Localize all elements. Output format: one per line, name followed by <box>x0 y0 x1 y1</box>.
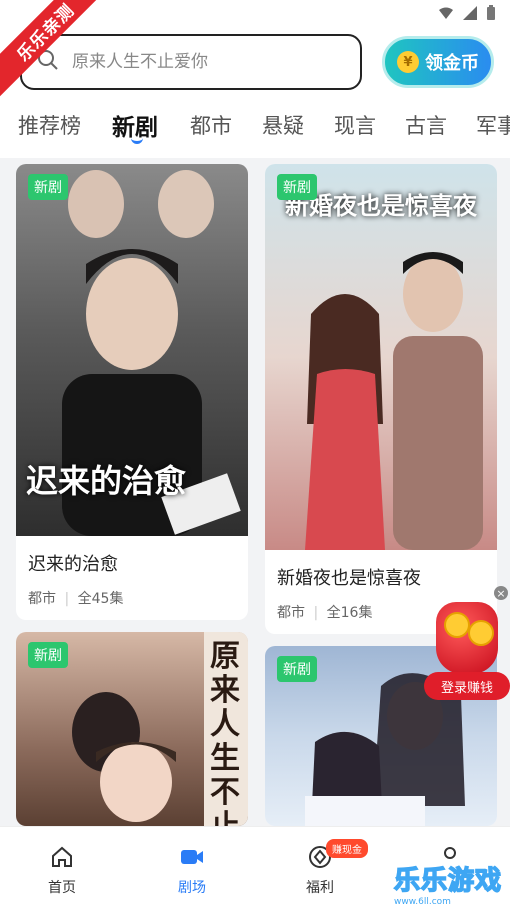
video-icon <box>179 845 205 873</box>
tab-ancient-romance[interactable]: 古言 <box>405 110 447 140</box>
drama-card[interactable]: 原来人生不止爱 新剧 <box>16 632 248 826</box>
nav-label: 福利 <box>306 880 334 896</box>
card-title: 迟来的治愈 <box>28 554 118 575</box>
poster-title: 原来人生不止爱 <box>210 639 240 827</box>
coin-icon <box>468 620 494 646</box>
claim-coins-button[interactable]: ¥ 领金币 <box>382 36 494 88</box>
tab-military[interactable]: 军事 <box>476 110 510 140</box>
search-box[interactable] <box>20 34 362 90</box>
poster-image: 新婚夜也是惊喜夜 <box>265 164 497 550</box>
new-badge: 新剧 <box>28 174 68 200</box>
new-badge: 新剧 <box>277 174 317 200</box>
claim-coins-label: 领金币 <box>425 53 479 74</box>
search-row: ¥ 领金币 <box>0 30 510 94</box>
login-earn-button[interactable]: 登录赚钱 <box>424 672 510 700</box>
category-tabs: 推荐榜 新剧 都市 悬疑 现言 古言 军事 <box>0 94 510 158</box>
earn-cash-badge: 赚现金 <box>326 839 368 858</box>
promo-widget[interactable]: × 登录赚钱 <box>424 586 510 700</box>
tab-recommended[interactable]: 推荐榜 <box>18 110 81 140</box>
card-meta: 都市 | 全45集 <box>28 591 124 607</box>
nav-theater[interactable]: 剧场 <box>160 845 224 897</box>
watermark-text: 乐乐游戏 <box>393 865 503 897</box>
card-episodes: 全45集 <box>77 591 124 607</box>
watermark-logo: 乐乐游戏 www.6ll.com <box>393 860 510 912</box>
poster-image: 迟来的治愈 <box>16 164 248 536</box>
search-input[interactable] <box>72 52 332 72</box>
poster-title: 迟来的治愈 <box>26 462 187 500</box>
tab-suspense[interactable]: 悬疑 <box>262 110 304 140</box>
drama-card[interactable]: 迟来的治愈 新剧 迟来的治愈 都市 | 全45集 <box>16 164 248 620</box>
new-badge: 新剧 <box>277 656 317 682</box>
signal-icon <box>462 5 478 21</box>
nav-label: 首页 <box>48 880 76 896</box>
battery-icon <box>486 5 502 21</box>
nav-label: 剧场 <box>178 880 206 896</box>
watermark-url: www.6ll.com <box>394 897 451 907</box>
home-icon <box>50 845 74 873</box>
tab-urban[interactable]: 都市 <box>190 110 232 140</box>
wifi-icon <box>438 5 454 21</box>
new-badge: 新剧 <box>28 642 68 668</box>
tab-modern-romance[interactable]: 现言 <box>334 110 376 140</box>
close-icon[interactable]: × <box>494 586 508 600</box>
card-genre: 都市 <box>28 591 56 607</box>
nav-home[interactable]: 首页 <box>30 845 94 897</box>
active-tab-indicator <box>131 138 143 144</box>
tab-new-drama[interactable]: 新剧 <box>112 108 158 142</box>
coin-icon: ¥ <box>397 51 419 73</box>
card-title: 新婚夜也是惊喜夜 <box>277 568 421 589</box>
card-genre: 都市 <box>277 605 305 621</box>
coin-icon <box>444 612 470 638</box>
drama-card[interactable]: 新婚夜也是惊喜夜 新剧 新婚夜也是惊喜夜 都市 | 全16集 <box>265 164 497 634</box>
card-episodes: 全16集 <box>326 605 373 621</box>
card-meta: 都市 | 全16集 <box>277 605 373 621</box>
